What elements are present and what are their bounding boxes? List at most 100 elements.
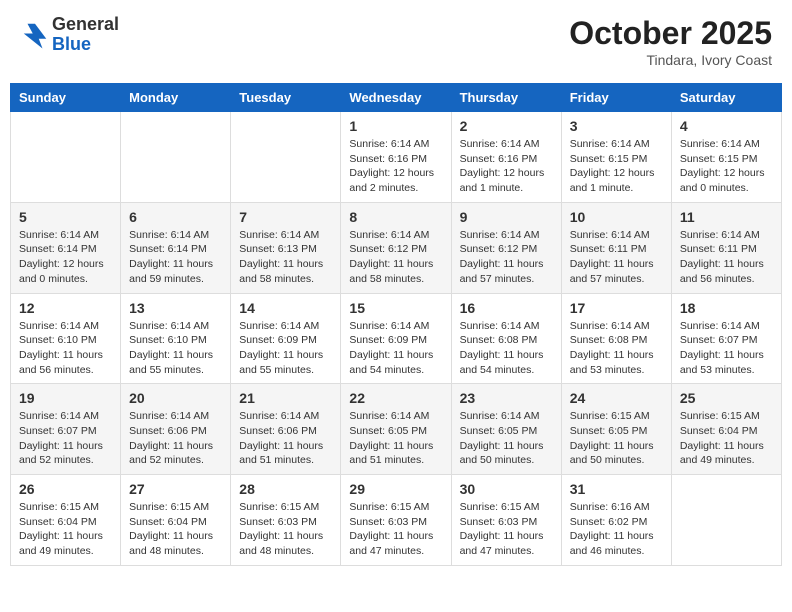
calendar-cell: 18Sunrise: 6:14 AM Sunset: 6:07 PM Dayli… [671, 293, 781, 384]
day-info: Sunrise: 6:14 AM Sunset: 6:15 PM Dayligh… [680, 137, 773, 196]
calendar-cell [11, 112, 121, 203]
day-number: 19 [19, 390, 112, 406]
calendar-cell: 29 Sunrise: 6:15 AM Sunset: 6:03 PM Dayli… [341, 475, 451, 566]
day-number: 5 [19, 209, 112, 225]
day-info: Sunrise: 6:14 AM Sunset: 6:15 PM Dayligh… [570, 137, 663, 196]
logo-blue: Blue [52, 35, 119, 55]
calendar-cell: 14 Sunrise: 6:14 AM Sunset: 6:09 PM Dayli… [231, 293, 341, 384]
day-number: 14 [239, 300, 332, 316]
day-number: 4 [680, 118, 773, 134]
day-number: 11 [680, 209, 773, 225]
day-info: Sunrise: 6:14 AM Sunset: 6:06 PM Dayligh… [239, 409, 332, 468]
weekday-header-monday: Monday [121, 84, 231, 112]
day-info: Sunrise: 6:14 AM Sunset: 6:11 PM Dayligh… [570, 228, 663, 287]
weekday-header-thursday: Thursday [451, 84, 561, 112]
day-number: 28 [239, 481, 332, 497]
day-number: 3 [570, 118, 663, 134]
day-number: 25 [680, 390, 773, 406]
day-number: 16 [460, 300, 553, 316]
day-info: Sunrise: 6:14 AM Sunset: 6:07 PM Dayligh… [680, 319, 773, 378]
calendar-cell: 24Sunrise: 6:15 AM Sunset: 6:05 PM Dayli… [561, 384, 671, 475]
calendar-cell [231, 112, 341, 203]
logo-icon [20, 20, 50, 50]
calendar-cell: 3 Sunrise: 6:14 AM Sunset: 6:15 PM Daylig… [561, 112, 671, 203]
day-number: 6 [129, 209, 222, 225]
day-info: Sunrise: 6:14 AM Sunset: 6:10 PM Dayligh… [19, 319, 112, 378]
day-number: 10 [570, 209, 663, 225]
calendar-week-row: 12 Sunrise: 6:14 AM Sunset: 6:10 PM Dayli… [11, 293, 782, 384]
day-info: Sunrise: 6:14 AM Sunset: 6:16 PM Dayligh… [349, 137, 442, 196]
calendar-cell: 21 Sunrise: 6:14 AM Sunset: 6:06 PM Dayli… [231, 384, 341, 475]
weekday-header-wednesday: Wednesday [341, 84, 451, 112]
calendar-cell: 27 Sunrise: 6:15 AM Sunset: 6:04 PM Dayli… [121, 475, 231, 566]
calendar-cell: 6 Sunrise: 6:14 AM Sunset: 6:14 PM Daylig… [121, 202, 231, 293]
calendar-cell: 9 Sunrise: 6:14 AM Sunset: 6:12 PM Daylig… [451, 202, 561, 293]
day-number: 22 [349, 390, 442, 406]
day-info: Sunrise: 6:15 AM Sunset: 6:04 PM Dayligh… [19, 500, 112, 559]
day-number: 12 [19, 300, 112, 316]
calendar-cell: 17 Sunrise: 6:14 AM Sunset: 6:08 PM Dayli… [561, 293, 671, 384]
logo: General Blue [20, 15, 119, 55]
day-number: 7 [239, 209, 332, 225]
calendar-cell: 31 Sunrise: 6:16 AM Sunset: 6:02 PM Dayli… [561, 475, 671, 566]
calendar-table: SundayMondayTuesdayWednesdayThursdayFrid… [10, 83, 782, 566]
day-number: 15 [349, 300, 442, 316]
calendar-week-row: 1Sunrise: 6:14 AM Sunset: 6:16 PM Daylig… [11, 112, 782, 203]
month-title: October 2025 [569, 15, 772, 52]
day-info: Sunrise: 6:14 AM Sunset: 6:05 PM Dayligh… [460, 409, 553, 468]
day-number: 8 [349, 209, 442, 225]
day-number: 27 [129, 481, 222, 497]
day-number: 29 [349, 481, 442, 497]
calendar-cell: 26 Sunrise: 6:15 AM Sunset: 6:04 PM Dayli… [11, 475, 121, 566]
day-info: Sunrise: 6:16 AM Sunset: 6:02 PM Dayligh… [570, 500, 663, 559]
day-number: 20 [129, 390, 222, 406]
day-info: Sunrise: 6:14 AM Sunset: 6:12 PM Dayligh… [349, 228, 442, 287]
day-info: Sunrise: 6:14 AM Sunset: 6:08 PM Dayligh… [460, 319, 553, 378]
page-header: General Blue October 2025 Tindara, Ivory… [10, 10, 782, 73]
day-number: 9 [460, 209, 553, 225]
calendar-cell: 25 Sunrise: 6:15 AM Sunset: 6:04 PM Dayli… [671, 384, 781, 475]
day-info: Sunrise: 6:14 AM Sunset: 6:09 PM Dayligh… [239, 319, 332, 378]
calendar-cell: 8 Sunrise: 6:14 AM Sunset: 6:12 PM Daylig… [341, 202, 451, 293]
day-number: 13 [129, 300, 222, 316]
calendar-cell: 20Sunrise: 6:14 AM Sunset: 6:06 PM Dayli… [121, 384, 231, 475]
calendar-cell: 11Sunrise: 6:14 AM Sunset: 6:11 PM Dayli… [671, 202, 781, 293]
calendar-cell [671, 475, 781, 566]
day-info: Sunrise: 6:14 AM Sunset: 6:14 PM Dayligh… [19, 228, 112, 287]
day-number: 30 [460, 481, 553, 497]
day-info: Sunrise: 6:14 AM Sunset: 6:08 PM Dayligh… [570, 319, 663, 378]
calendar-cell: 10 Sunrise: 6:14 AM Sunset: 6:11 PM Dayli… [561, 202, 671, 293]
calendar-cell: 15 Sunrise: 6:14 AM Sunset: 6:09 PM Dayli… [341, 293, 451, 384]
day-number: 31 [570, 481, 663, 497]
calendar-cell: 19 Sunrise: 6:14 AM Sunset: 6:07 PM Dayli… [11, 384, 121, 475]
day-info: Sunrise: 6:15 AM Sunset: 6:03 PM Dayligh… [239, 500, 332, 559]
location-subtitle: Tindara, Ivory Coast [569, 52, 772, 68]
calendar-cell: 12 Sunrise: 6:14 AM Sunset: 6:10 PM Dayli… [11, 293, 121, 384]
calendar-cell: 2 Sunrise: 6:14 AM Sunset: 6:16 PM Daylig… [451, 112, 561, 203]
day-info: Sunrise: 6:15 AM Sunset: 6:04 PM Dayligh… [680, 409, 773, 468]
day-info: Sunrise: 6:14 AM Sunset: 6:14 PM Dayligh… [129, 228, 222, 287]
day-number: 2 [460, 118, 553, 134]
weekday-header-sunday: Sunday [11, 84, 121, 112]
calendar-week-row: 5 Sunrise: 6:14 AM Sunset: 6:14 PM Daylig… [11, 202, 782, 293]
day-info: Sunrise: 6:14 AM Sunset: 6:10 PM Dayligh… [129, 319, 222, 378]
day-info: Sunrise: 6:14 AM Sunset: 6:12 PM Dayligh… [460, 228, 553, 287]
day-info: Sunrise: 6:15 AM Sunset: 6:04 PM Dayligh… [129, 500, 222, 559]
day-info: Sunrise: 6:15 AM Sunset: 6:03 PM Dayligh… [349, 500, 442, 559]
day-number: 17 [570, 300, 663, 316]
weekday-header-tuesday: Tuesday [231, 84, 341, 112]
calendar-cell [121, 112, 231, 203]
day-info: Sunrise: 6:15 AM Sunset: 6:03 PM Dayligh… [460, 500, 553, 559]
calendar-cell: 23Sunrise: 6:14 AM Sunset: 6:05 PM Dayli… [451, 384, 561, 475]
weekday-header-friday: Friday [561, 84, 671, 112]
calendar-cell: 13 Sunrise: 6:14 AM Sunset: 6:10 PM Dayli… [121, 293, 231, 384]
calendar-week-row: 26 Sunrise: 6:15 AM Sunset: 6:04 PM Dayli… [11, 475, 782, 566]
calendar-cell: 4 Sunrise: 6:14 AM Sunset: 6:15 PM Daylig… [671, 112, 781, 203]
day-info: Sunrise: 6:14 AM Sunset: 6:09 PM Dayligh… [349, 319, 442, 378]
day-info: Sunrise: 6:14 AM Sunset: 6:07 PM Dayligh… [19, 409, 112, 468]
day-number: 26 [19, 481, 112, 497]
weekday-header-saturday: Saturday [671, 84, 781, 112]
calendar-cell: 7Sunrise: 6:14 AM Sunset: 6:13 PM Daylig… [231, 202, 341, 293]
day-info: Sunrise: 6:14 AM Sunset: 6:16 PM Dayligh… [460, 137, 553, 196]
day-number: 21 [239, 390, 332, 406]
